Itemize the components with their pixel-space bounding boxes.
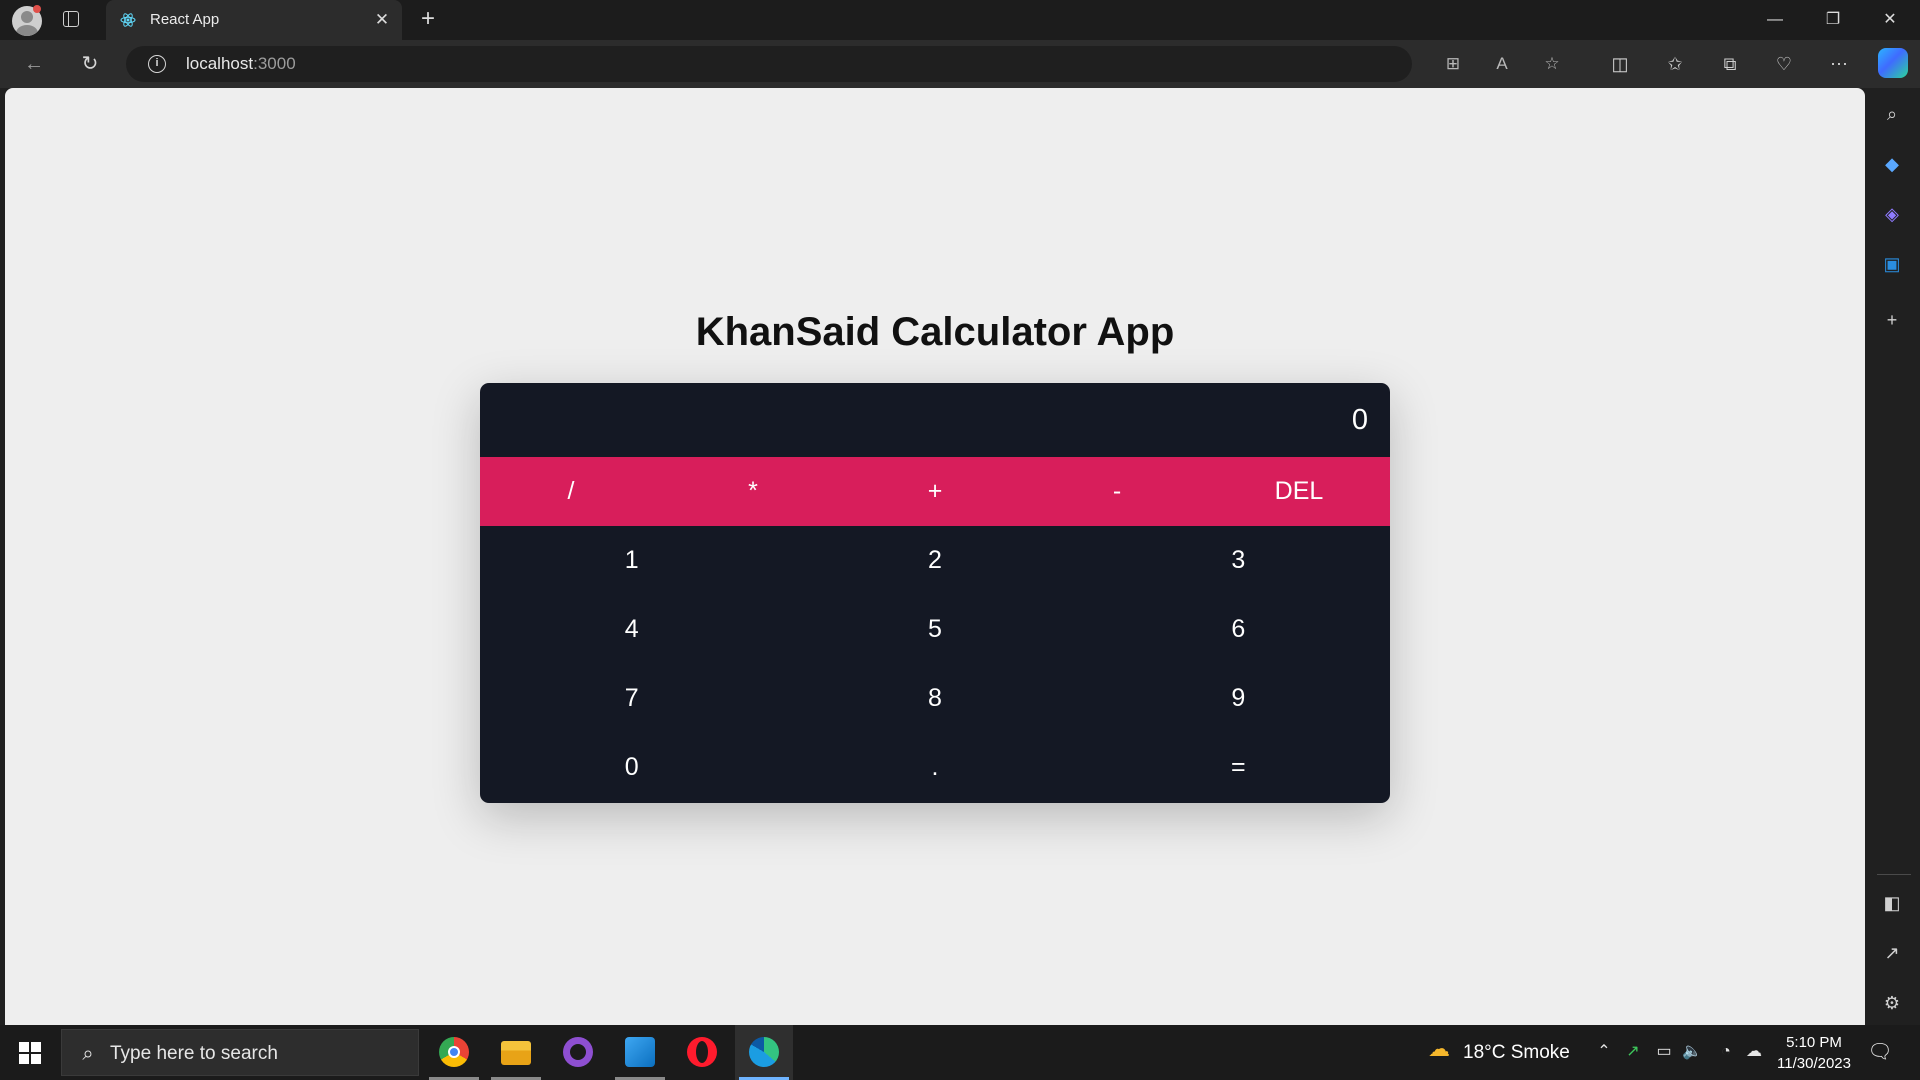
subtract-button[interactable]: -: [1026, 457, 1208, 526]
search-icon[interactable]: ⌕: [1877, 99, 1907, 129]
taskbar-file-explorer[interactable]: [487, 1025, 545, 1080]
weather-icon[interactable]: ☁: [1425, 1038, 1453, 1066]
copilot-icon[interactable]: [1878, 48, 1908, 78]
taskbar-chrome[interactable]: [425, 1025, 483, 1080]
folder-icon: [501, 1041, 531, 1065]
settings-icon[interactable]: ⚙: [1877, 988, 1907, 1018]
clock-time: 5:10 PM: [1786, 1034, 1842, 1051]
digit-2-button[interactable]: 2: [783, 526, 1086, 595]
divide-button[interactable]: /: [480, 457, 662, 526]
start-button[interactable]: [0, 1025, 60, 1080]
digit-8-button[interactable]: 8: [783, 664, 1086, 733]
refresh-icon[interactable]: ↻: [74, 48, 106, 80]
add-button[interactable]: +: [844, 457, 1026, 526]
taskbar-vscode[interactable]: [611, 1025, 669, 1080]
taskbar-search-input[interactable]: ⌕ Type here to search: [61, 1029, 419, 1076]
edge-sidebar: ⌕ ◆ ◈ ▣ + ◧ ↗ ⚙: [1865, 88, 1920, 1025]
calculator-display: 0: [1351, 404, 1368, 436]
digit-5-button[interactable]: 5: [783, 595, 1086, 664]
shopping-icon[interactable]: ◆: [1877, 149, 1907, 179]
page-title: KhanSaid Calculator App: [695, 310, 1175, 354]
read-aloud-icon[interactable]: A: [1490, 52, 1514, 76]
onedrive-icon[interactable]: ☁: [1743, 1041, 1765, 1063]
more-menu-icon[interactable]: ⋯: [1823, 48, 1855, 80]
trend-icon[interactable]: ↗: [1622, 1041, 1644, 1063]
clock[interactable]: 5:10 PM 11/30/2023: [1770, 1032, 1858, 1074]
favorite-star-icon[interactable]: ☆: [1540, 52, 1564, 76]
hide-sidebar-icon[interactable]: ◧: [1877, 888, 1907, 918]
digit-1-button[interactable]: 1: [480, 526, 783, 595]
browser-tab-strip: React App ✕ + — ❐ ✕: [0, 0, 1920, 40]
taskbar-edge[interactable]: [735, 1025, 793, 1080]
operator-row: / * + - DEL: [480, 457, 1390, 526]
calculator: 0 / * + - DEL 1 2 3 4 5 6 7 8 9 0 . =: [480, 383, 1390, 803]
windows-taskbar: ⌕ Type here to search ☁ 18°C Smoke ⌃ ↗ ▭…: [0, 1025, 1920, 1080]
decimal-button[interactable]: .: [783, 733, 1086, 802]
digit-9-button[interactable]: 9: [1087, 664, 1390, 733]
battery-icon[interactable]: ▭: [1653, 1041, 1675, 1063]
browser-toolbar: ← ↻ i localhost:3000 ⊞ A ☆ ◫ ✩ ⧉ ♡ ⋯: [0, 40, 1920, 88]
split-screen-icon[interactable]: ◫: [1604, 48, 1636, 80]
back-icon[interactable]: ←: [18, 48, 50, 80]
url-port: :3000: [253, 54, 296, 73]
taskbar-github-desktop[interactable]: [549, 1025, 607, 1080]
digit-0-button[interactable]: 0: [480, 733, 783, 802]
browser-essentials-icon[interactable]: ♡: [1768, 48, 1800, 80]
copilot-apps-icon[interactable]: ◈: [1877, 199, 1907, 229]
add-icon[interactable]: +: [1877, 305, 1907, 335]
app-available-icon[interactable]: ⊞: [1441, 52, 1465, 76]
digit-4-button[interactable]: 4: [480, 595, 783, 664]
site-info-icon[interactable]: i: [148, 55, 166, 73]
collections-icon[interactable]: ⧉: [1714, 48, 1746, 80]
page-viewport: KhanSaid Calculator App 0 / * + - DEL 1 …: [5, 88, 1865, 1025]
search-placeholder: Type here to search: [110, 1043, 278, 1064]
new-tab-button[interactable]: +: [414, 6, 442, 34]
keypad: 1 2 3 4 5 6 7 8 9 0 . =: [480, 526, 1390, 803]
delete-button[interactable]: DEL: [1208, 457, 1390, 526]
url-host: localhost: [186, 54, 254, 73]
taskbar-opera[interactable]: [673, 1025, 731, 1080]
tab-title: React App: [150, 11, 220, 28]
sidebar-divider: [1877, 874, 1911, 875]
close-window-button[interactable]: ✕: [1862, 0, 1918, 40]
volume-icon[interactable]: 🔈: [1681, 1041, 1703, 1063]
url-text[interactable]: localhost:3000: [186, 54, 296, 74]
equals-button[interactable]: =: [1087, 733, 1390, 802]
outlook-icon[interactable]: ▣: [1877, 249, 1907, 279]
clock-date: 11/30/2023: [1777, 1055, 1851, 1072]
edge-icon: [749, 1037, 779, 1067]
react-logo-icon: [120, 13, 136, 27]
minimize-button[interactable]: —: [1747, 0, 1803, 40]
weather-text[interactable]: 18°C Smoke: [1463, 1042, 1570, 1064]
windows-logo-icon: [19, 1042, 29, 1052]
tab-react-app[interactable]: React App ✕: [106, 0, 402, 40]
tab-close-icon[interactable]: ✕: [370, 8, 394, 32]
network-icon[interactable]: ◔: [1715, 1041, 1737, 1063]
tab-actions-icon[interactable]: [63, 11, 79, 27]
chevron-up-icon[interactable]: ⌃: [1593, 1041, 1615, 1063]
digit-3-button[interactable]: 3: [1087, 526, 1390, 595]
address-bar[interactable]: i localhost:3000 ⊞ A ☆: [126, 46, 1560, 82]
favorites-icon[interactable]: ✩: [1659, 48, 1691, 80]
digit-7-button[interactable]: 7: [480, 664, 783, 733]
vscode-icon: [625, 1037, 655, 1067]
external-link-icon[interactable]: ↗: [1877, 938, 1907, 968]
multiply-button[interactable]: *: [662, 457, 844, 526]
restore-button[interactable]: ❐: [1805, 0, 1861, 40]
search-icon: ⌕: [82, 1043, 94, 1065]
profile-notification-dot: [33, 5, 41, 13]
digit-6-button[interactable]: 6: [1087, 595, 1390, 664]
notification-icon[interactable]: 🗨: [1866, 1038, 1894, 1066]
